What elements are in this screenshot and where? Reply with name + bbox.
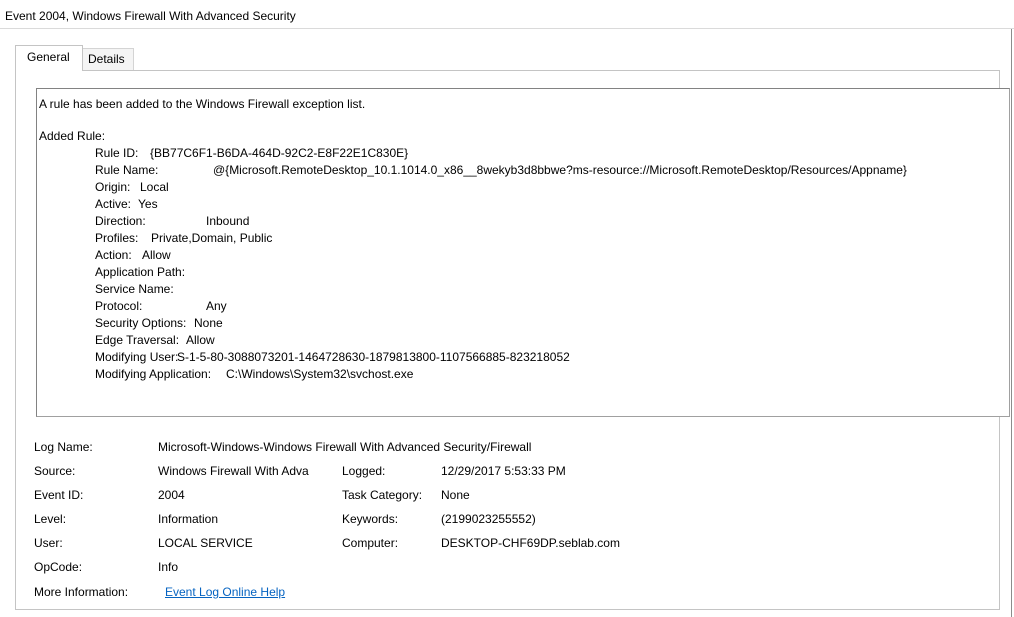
origin-label: Origin:: [95, 180, 131, 194]
log-name-value: Microsoft-Windows-Windows Firewall With …: [158, 440, 532, 454]
application-path-label: Application Path:: [95, 265, 186, 279]
active-label: Active:: [95, 197, 132, 211]
origin-value: Local: [140, 180, 169, 194]
rule-name-value: @{Microsoft.RemoteDesktop_10.1.1014.0_x8…: [213, 163, 907, 177]
modifying-application-label: Modifying Application:: [95, 367, 212, 381]
opcode-value: Info: [158, 560, 179, 574]
modifying-user-value: S-1-5-80-3088073201-1464728630-187981380…: [177, 350, 570, 364]
rule-id-value: {BB77C6F1-B6DA-464D-92C2-E8F22E1C830E}: [150, 146, 409, 160]
edge-traversal-label: Edge Traversal:: [95, 333, 180, 347]
profiles-label: Profiles:: [95, 231, 139, 245]
event-id-label: Event ID:: [34, 488, 84, 502]
rule-name-label: Rule Name:: [95, 163, 159, 177]
window-title: Event 2004, Windows Firewall With Advanc…: [5, 9, 296, 23]
computer-value: DESKTOP-CHF69DP.seblab.com: [441, 536, 620, 550]
level-value: Information: [158, 512, 219, 526]
rule-id-label: Rule ID:: [95, 146, 139, 160]
protocol-label: Protocol:: [95, 299, 143, 313]
event-log-online-help-link[interactable]: Event Log Online Help: [165, 585, 285, 599]
opcode-label: OpCode:: [34, 560, 83, 574]
computer-label: Computer:: [342, 536, 399, 550]
modifying-user-label: Modifying User:: [95, 350, 179, 364]
action-label: Action:: [95, 248, 132, 262]
task-category-label: Task Category:: [342, 488, 423, 502]
level-label: Level:: [34, 512, 67, 526]
source-label: Source:: [34, 464, 76, 478]
service-name-label: Service Name:: [95, 282, 174, 296]
source-value: Windows Firewall With Adva: [158, 464, 309, 478]
tab-general[interactable]: General: [15, 45, 83, 71]
task-category-value: None: [441, 488, 470, 502]
user-label: User:: [34, 536, 63, 550]
direction-value: Inbound: [206, 214, 250, 228]
action-value: Allow: [142, 248, 171, 262]
logged-label: Logged:: [342, 464, 386, 478]
edge-traversal-value: Allow: [186, 333, 215, 347]
logged-value: 12/29/2017 5:53:33 PM: [441, 464, 566, 478]
event-id-value: 2004: [158, 488, 185, 502]
more-information-label: More Information:: [34, 585, 129, 599]
user-value: LOCAL SERVICE: [158, 536, 253, 550]
security-options-value: None: [194, 316, 223, 330]
modifying-application-value: C:\Windows\System32\svchost.exe: [226, 367, 414, 381]
keywords-label: Keywords:: [342, 512, 399, 526]
log-name-label: Log Name:: [34, 440, 93, 454]
title-bar[interactable]: Event 2004, Windows Firewall With Advanc…: [0, 4, 1014, 29]
event-description-box[interactable]: A rule has been added to the Windows Fir…: [36, 88, 1010, 417]
direction-label: Direction:: [95, 214, 146, 228]
keywords-value: (2199023255552): [441, 512, 536, 526]
security-options-label: Security Options:: [95, 316, 187, 330]
active-value: Yes: [138, 197, 158, 211]
tab-details[interactable]: Details: [82, 48, 134, 70]
protocol-value: Any: [206, 299, 227, 313]
description-header: Added Rule:: [39, 129, 106, 143]
profiles-value: Private,Domain, Public: [151, 231, 273, 245]
description-summary: A rule has been added to the Windows Fir…: [39, 97, 366, 111]
